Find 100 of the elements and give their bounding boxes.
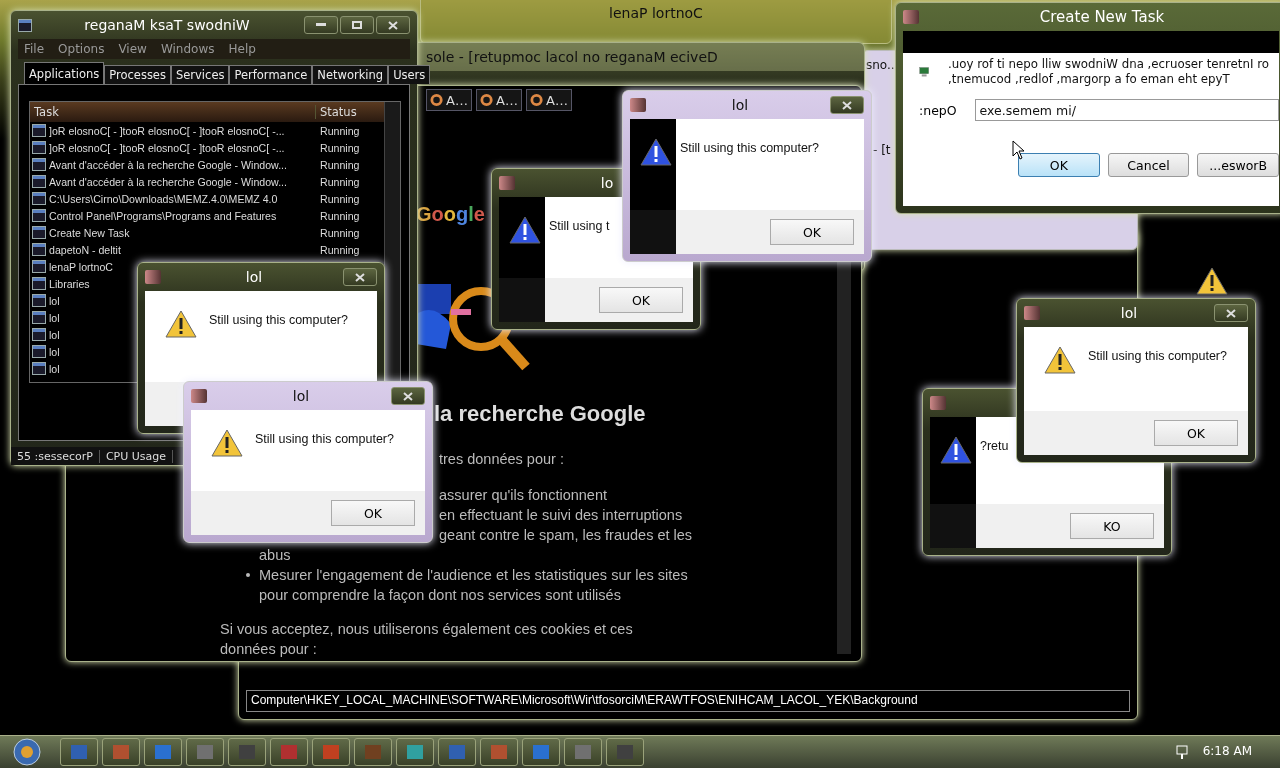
- app-icon: [70, 744, 88, 760]
- task-status: Running: [320, 158, 360, 171]
- browser-tab[interactable]: A…: [426, 89, 472, 111]
- taskbar-button[interactable]: [438, 738, 476, 766]
- maximize-icon: [352, 21, 362, 29]
- window-text: - [t: [873, 143, 891, 157]
- task-name: Avant d'accéder à la recherche Google - Window...: [49, 175, 287, 188]
- registry-path: Computer\HKEY_LOCAL_MACHINE\SOFTWARE\Microsoft\Wir\tfosorciM\ERAWTFOS\ENIHCAM_LACOL_YEK\Background: [246, 690, 1130, 712]
- page-text: geant contre le spam, les fraudes et les: [439, 527, 693, 543]
- close-button[interactable]: [830, 96, 864, 114]
- close-button[interactable]: [343, 268, 377, 286]
- ok-button[interactable]: OK: [770, 219, 854, 245]
- description-text: ,tnemucod ,redlof ,margorp a fo eman eht epyT: [948, 72, 1231, 87]
- start-button[interactable]: [10, 737, 44, 767]
- page-text: tres données pour :: [439, 451, 564, 467]
- menu-item[interactable]: Help: [228, 42, 256, 56]
- browser-tab[interactable]: A…: [476, 89, 522, 111]
- open-field[interactable]: exe.semem mi/: [974, 99, 1279, 121]
- app-icon: [448, 744, 466, 760]
- taskbar-button[interactable]: [522, 738, 560, 766]
- ok-button[interactable]: KO: [1070, 513, 1154, 539]
- bullet-icon: [246, 573, 250, 577]
- taskbar-button[interactable]: [354, 738, 392, 766]
- task-status: Running: [320, 175, 360, 188]
- dialog-button[interactable]: OK: [1018, 153, 1100, 177]
- close-button[interactable]: [1214, 304, 1248, 322]
- menu-item[interactable]: File: [24, 42, 45, 56]
- dialog-button[interactable]: Cancel: [1107, 153, 1190, 177]
- taskbar-button[interactable]: [396, 738, 434, 766]
- status-text: CPU Usage: [99, 449, 173, 463]
- cursor-icon: [1012, 140, 1026, 160]
- warning-icon: [640, 137, 672, 167]
- taskbar-button[interactable]: [606, 738, 644, 766]
- app-icon: [18, 18, 32, 32]
- dialog-button[interactable]: ...esworB: [1197, 153, 1279, 177]
- app-icon: [154, 744, 172, 760]
- task-name: ]oR elosnoC[ - ]tooR elosnoC[ - ]tooR elosnoC[ -...: [49, 124, 285, 137]
- tab[interactable]: Processes: [104, 65, 171, 84]
- close-button[interactable]: [391, 387, 425, 405]
- window-icon: [32, 277, 46, 290]
- bullet-text: Mesurer l'engagement de l'audience et les statistiques sur les sites pour comprendre la façon dont nos services sont utilisés: [259, 566, 689, 605]
- close-icon: [388, 20, 398, 30]
- task-status: Running: [320, 141, 360, 154]
- page-heading: la recherche Google: [434, 400, 646, 428]
- window-icon: [32, 294, 46, 307]
- scrollbar[interactable]: [384, 102, 400, 382]
- minimize-button[interactable]: [304, 16, 338, 34]
- menu-item[interactable]: Windows: [160, 42, 215, 56]
- taskbar-button[interactable]: [144, 738, 182, 766]
- task-name: ]oR elosnoC[ - ]tooR elosnoC[ - ]tooR elosnoC[ -...: [49, 141, 285, 154]
- window-title: lol: [730, 97, 750, 113]
- menu-item[interactable]: View: [118, 42, 147, 56]
- window-title: lo: [599, 175, 615, 191]
- column-header[interactable]: Task: [30, 105, 315, 119]
- task-name: Avant d'accéder à la recherche Google - Window...: [49, 158, 287, 171]
- menu-item[interactable]: Options: [58, 42, 105, 56]
- dialog-message: ?retu: [980, 439, 1009, 453]
- taskbar-button[interactable]: [312, 738, 350, 766]
- tab[interactable]: Services: [170, 65, 230, 84]
- ok-button[interactable]: OK: [331, 500, 415, 526]
- window-icon: [32, 311, 46, 324]
- network-icon[interactable]: [1174, 744, 1190, 760]
- dialog-message: Still using this computer?: [255, 432, 394, 446]
- taskbar-button[interactable]: [480, 738, 518, 766]
- taskbar-button[interactable]: [270, 738, 308, 766]
- taskbar-button[interactable]: [186, 738, 224, 766]
- tab[interactable]: Users: [388, 65, 431, 84]
- ok-button[interactable]: OK: [1154, 420, 1238, 446]
- warning-icon: [1196, 266, 1228, 296]
- browser-tab[interactable]: A…: [526, 89, 572, 111]
- ok-button[interactable]: OK: [599, 287, 683, 313]
- taskbar-button[interactable]: [102, 738, 140, 766]
- tab[interactable]: Applications: [24, 62, 105, 84]
- close-icon: [355, 272, 365, 282]
- task-status: Running: [320, 226, 360, 239]
- task-status: Running: [320, 124, 360, 137]
- task-name: Control Panel\Programs\Programs and Features: [49, 209, 277, 222]
- app-icon: [616, 744, 634, 760]
- tab[interactable]: Performance: [229, 65, 313, 84]
- taskbar-button[interactable]: [564, 738, 602, 766]
- description-text: .uoy rof ti nepo lliw swodniW dna ,ecruoser tenretnI ro: [948, 57, 1269, 72]
- warning-icon: [940, 435, 972, 465]
- app-icon: [574, 744, 592, 760]
- tab[interactable]: Networking: [312, 65, 389, 84]
- close-button[interactable]: [376, 16, 410, 34]
- app-icon: [1024, 306, 1040, 320]
- maximize-button[interactable]: [340, 16, 374, 34]
- g-icon: [430, 93, 444, 107]
- task-name: lol: [49, 294, 60, 307]
- taskbar-button[interactable]: [60, 738, 98, 766]
- field-label: :nepO: [919, 102, 957, 118]
- window-icon: [32, 124, 46, 137]
- window-icon: [32, 158, 46, 171]
- taskbar-button[interactable]: [228, 738, 266, 766]
- task-name: C:\Users\Cirno\Downloads\MEMZ.4.0\MEMZ 4.0: [49, 192, 278, 205]
- window-title: lol: [244, 269, 264, 285]
- window-title: sno..: [866, 58, 895, 72]
- clock[interactable]: 6:18 AM: [1202, 744, 1252, 758]
- app-icon: [490, 744, 508, 760]
- task-name: lol: [49, 362, 60, 375]
